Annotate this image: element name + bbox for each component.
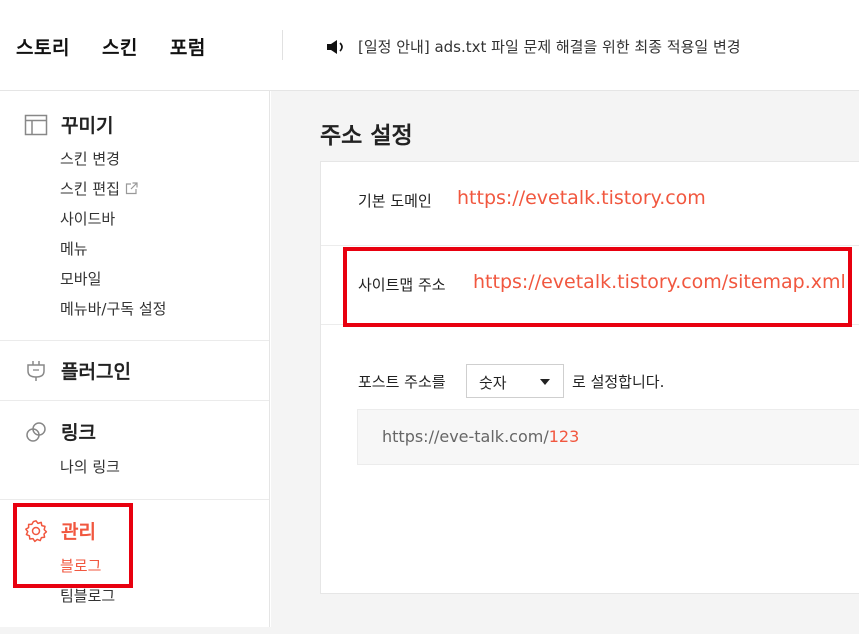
nav-skin[interactable]: 스킨 bbox=[102, 33, 138, 60]
sidebar-group-link: 링크 나의 링크 bbox=[0, 400, 269, 499]
main-content: 주소 설정 기본 도메인 https://evetalk.tistory.com… bbox=[271, 91, 859, 634]
sidebar-item-team-blog[interactable]: 팀블로그 bbox=[60, 585, 115, 606]
speaker-icon bbox=[327, 39, 343, 54]
domain-value[interactable]: https://evetalk.tistory.com bbox=[457, 187, 706, 209]
post-address-label: 포스트 주소를 bbox=[358, 373, 446, 391]
sidebar-title-plugin-label: 플러그인 bbox=[61, 361, 131, 383]
nav-story[interactable]: 스토리 bbox=[16, 33, 70, 60]
bottom-strip bbox=[0, 627, 859, 634]
highlight-box-sitemap bbox=[343, 247, 852, 327]
post-address-format-value: 숫자 bbox=[479, 374, 507, 392]
sidebar-item-skin-edit[interactable]: 스킨 편집 bbox=[60, 178, 138, 199]
sidebar-title-decorate-label: 꾸미기 bbox=[61, 115, 114, 137]
sidebar-item-my-link[interactable]: 나의 링크 bbox=[60, 456, 120, 477]
plug-icon bbox=[27, 360, 45, 381]
address-settings-card: 기본 도메인 https://evetalk.tistory.com 사이트맵 … bbox=[320, 161, 859, 594]
post-address-suffix: 로 설정합니다. bbox=[572, 373, 665, 391]
preview-text: https://eve-talk.com/123 bbox=[382, 427, 579, 446]
caret-down-icon bbox=[540, 379, 550, 385]
page-title: 주소 설정 bbox=[320, 123, 413, 149]
domain-label: 기본 도메인 bbox=[358, 192, 432, 210]
post-address-preview: https://eve-talk.com/123 bbox=[357, 409, 859, 465]
sidebar-item-menubar-subscribe[interactable]: 메뉴바/구독 설정 bbox=[60, 298, 166, 319]
sidebar-title-plugin[interactable]: 플러그인 bbox=[24, 357, 131, 384]
post-address-format-select[interactable]: 숫자 bbox=[466, 364, 564, 398]
notice-banner[interactable]: [일정 안내] ads.txt 파일 문제 해결을 위한 최종 적용일 변경 bbox=[326, 36, 741, 57]
sidebar-title-link[interactable]: 링크 bbox=[24, 418, 96, 445]
top-nav: 스토리 스킨 포럼 bbox=[16, 33, 238, 60]
sidebar-item-mobile[interactable]: 모바일 bbox=[60, 268, 101, 289]
sidebar-title-link-label: 링크 bbox=[61, 422, 96, 444]
sidebar-group-decorate: 꾸미기 스킨 변경 스킨 편집 사이드바 메뉴 모바일 메뉴바/구독 설정 bbox=[0, 91, 269, 340]
preview-number: 123 bbox=[548, 427, 580, 446]
layout-icon bbox=[24, 114, 48, 135]
sidebar-title-decorate[interactable]: 꾸미기 bbox=[24, 111, 113, 138]
top-divider bbox=[282, 30, 283, 60]
sidebar-item-skin-edit-label: 스킨 편집 bbox=[60, 180, 120, 198]
link-icon bbox=[26, 421, 46, 442]
sidebar-item-sidebar[interactable]: 사이드바 bbox=[60, 208, 115, 229]
preview-base: https://eve-talk.com/ bbox=[382, 427, 549, 446]
top-bar: 스토리 스킨 포럼 [일정 안내] ads.txt 파일 문제 해결을 위한 최… bbox=[0, 0, 859, 91]
highlight-box-manage bbox=[13, 503, 133, 588]
sidebar-item-menu[interactable]: 메뉴 bbox=[60, 238, 88, 259]
sidebar-item-skin-change[interactable]: 스킨 변경 bbox=[60, 148, 120, 169]
domain-row: 기본 도메인 https://evetalk.tistory.com bbox=[321, 162, 859, 245]
external-link-icon bbox=[125, 182, 138, 195]
sidebar-group-plugin: 플러그인 bbox=[0, 340, 269, 400]
notice-text: [일정 안내] ads.txt 파일 문제 해결을 위한 최종 적용일 변경 bbox=[358, 38, 741, 56]
nav-forum[interactable]: 포럼 bbox=[170, 33, 206, 60]
